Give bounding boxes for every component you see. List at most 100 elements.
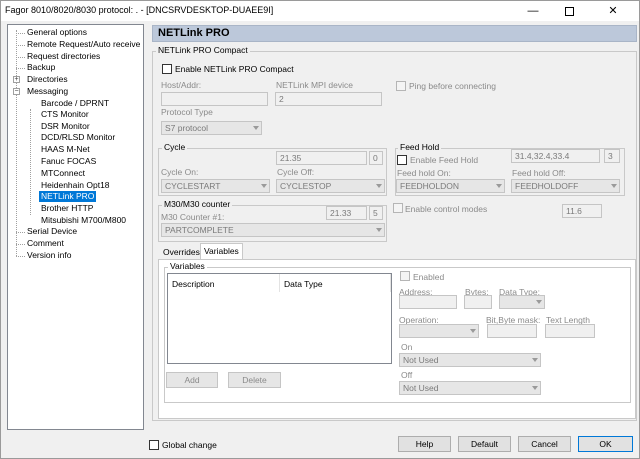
host-field[interactable] <box>161 92 268 106</box>
feedhold-on-combo[interactable]: FEEDHOLDON <box>396 179 505 193</box>
delete-variable-button[interactable]: Delete <box>228 372 281 388</box>
panel-title: NETLink PRO <box>158 27 230 39</box>
bytes-field[interactable] <box>464 295 492 309</box>
enable-feedhold-label: Enable Feed Hold <box>410 155 479 165</box>
tree-item-fanuc-focas[interactable]: Fanuc FOCAS <box>39 156 98 167</box>
on-label: On <box>401 342 413 352</box>
m30-counter-label: M30 Counter #1: <box>161 212 225 222</box>
tree-guide-line <box>16 30 17 256</box>
tree-item-request-directories[interactable]: Request directories <box>25 51 102 62</box>
cycle-bit-field[interactable]: 0 <box>369 151 383 165</box>
enable-netlink-label: Enable NETLink PRO Compact <box>175 64 294 74</box>
chevron-down-icon <box>532 358 538 362</box>
global-change-checkbox[interactable] <box>149 440 159 450</box>
tree-branch <box>16 57 25 58</box>
variable-enabled-label: Enabled <box>413 272 445 282</box>
cycle-address-field[interactable]: 21.35 <box>276 151 367 165</box>
global-change-label: Global change <box>162 440 217 450</box>
feedhold-bit-field[interactable]: 3 <box>604 149 620 163</box>
tree-item-netlink-pro[interactable]: NETLink PRO <box>39 191 97 202</box>
off-combo-value: Not Used <box>403 383 439 393</box>
tree-item-barcode[interactable]: Barcode / DPRNT <box>39 98 111 109</box>
m30-bit-field[interactable]: 5 <box>369 206 383 220</box>
control-modes-field[interactable]: 11.6 <box>562 204 602 218</box>
expand-icon[interactable]: + <box>13 76 20 83</box>
enable-netlink-checkbox[interactable] <box>162 64 172 74</box>
variable-enabled-checkbox[interactable] <box>400 271 410 281</box>
ok-button[interactable]: OK <box>578 436 633 452</box>
protocol-type-value: S7 protocol <box>165 123 208 133</box>
tree-item-remote-request[interactable]: Remote Request/Auto receive <box>25 39 142 50</box>
column-data-type[interactable]: Data Type <box>280 274 391 292</box>
chevron-down-icon <box>253 126 259 130</box>
feedhold-address-field[interactable]: 31.4,32.4,33.4 <box>511 149 600 163</box>
bit-byte-mask-field[interactable] <box>487 324 537 338</box>
operation-combo[interactable] <box>399 324 479 338</box>
default-button[interactable]: Default <box>458 436 511 452</box>
maximize-icon <box>564 6 574 16</box>
feedhold-off-value: FEEDHOLDOFF <box>515 181 579 191</box>
tab-overrides[interactable]: Overrides <box>160 245 203 260</box>
help-button[interactable]: Help <box>398 436 451 452</box>
tree-item-messaging[interactable]: Messaging <box>25 86 70 97</box>
tree-item-brother-http[interactable]: Brother HTTP <box>39 203 95 214</box>
chevron-down-icon <box>496 184 502 188</box>
feedhold-off-combo[interactable]: FEEDHOLDOFF <box>511 179 620 193</box>
enable-feedhold-checkbox[interactable] <box>397 155 407 165</box>
chevron-down-icon <box>536 300 542 304</box>
cycle-off-combo[interactable]: CYCLESTOP <box>276 179 385 193</box>
on-combo[interactable]: Not Used <box>399 353 541 367</box>
chevron-down-icon <box>261 184 267 188</box>
settings-tree[interactable]: General options Remote Request/Auto rece… <box>7 24 144 430</box>
ping-label: Ping before connecting <box>409 81 496 91</box>
address-field[interactable] <box>399 295 457 309</box>
netlink-group-title: NETLink PRO Compact <box>156 45 250 55</box>
m30-combo[interactable]: PARTCOMPLETE <box>161 223 385 237</box>
tree-item-mitsubishi[interactable]: Mitsubishi M700/M800 <box>39 215 128 226</box>
close-button[interactable]: ✕ <box>589 1 637 21</box>
text-length-field[interactable] <box>545 324 595 338</box>
mpi-device-field[interactable]: 2 <box>275 92 382 106</box>
variables-list[interactable]: Description Data Type <box>167 273 392 364</box>
tree-item-cts-monitor[interactable]: CTS Monitor <box>39 109 91 120</box>
collapse-icon[interactable]: − <box>13 88 20 95</box>
chevron-down-icon <box>532 386 538 390</box>
feedhold-on-label: Feed hold On: <box>397 168 451 178</box>
add-variable-button[interactable]: Add <box>166 372 218 388</box>
tree-branch <box>16 45 25 46</box>
tree-branch <box>16 244 25 245</box>
minimize-button[interactable]: — <box>515 1 551 21</box>
title-bar: Fagor 8010/8020/8030 protocol: . - [DNCS… <box>1 1 639 21</box>
tree-item-comment[interactable]: Comment <box>25 238 66 249</box>
tree-item-dcd-monitor[interactable]: DCD/RLSD Monitor <box>39 132 117 143</box>
maximize-button[interactable] <box>551 1 587 21</box>
chevron-down-icon <box>470 329 476 333</box>
data-type-combo[interactable] <box>499 295 545 309</box>
cancel-button[interactable]: Cancel <box>518 436 571 452</box>
off-combo[interactable]: Not Used <box>399 381 541 395</box>
m30-group-title: M30/M30 counter <box>162 199 233 209</box>
enable-control-modes-checkbox[interactable] <box>393 203 403 213</box>
m30-combo-value: PARTCOMPLETE <box>165 225 234 235</box>
cycle-on-combo[interactable]: CYCLESTART <box>161 179 270 193</box>
tab-variables[interactable]: Variables <box>200 243 243 259</box>
tree-item-general-options[interactable]: General options <box>25 27 89 38</box>
on-combo-value: Not Used <box>403 355 439 365</box>
cycle-on-label: Cycle On: <box>161 167 199 177</box>
tree-item-haas-mnet[interactable]: HAAS M-Net <box>39 144 92 155</box>
m30-address-field[interactable]: 21.33 <box>326 206 367 220</box>
ping-checkbox[interactable] <box>396 81 406 91</box>
panel-header: NETLink PRO <box>152 25 637 42</box>
column-description[interactable]: Description <box>168 274 280 292</box>
tree-item-dsr-monitor[interactable]: DSR Monitor <box>39 121 92 132</box>
tree-item-version-info[interactable]: Version info <box>25 250 73 261</box>
tree-item-heidenhain[interactable]: Heidenhain Opt18 <box>39 180 112 191</box>
cycle-on-value: CYCLESTART <box>165 181 221 191</box>
tree-item-backup[interactable]: Backup <box>25 62 57 73</box>
protocol-type-combo[interactable]: S7 protocol <box>161 121 262 135</box>
tree-item-directories[interactable]: Directories <box>25 74 70 85</box>
tree-item-serial-device[interactable]: Serial Device <box>25 226 79 237</box>
tree-item-mtconnect[interactable]: MTConnect <box>39 168 87 179</box>
cycle-off-value: CYCLESTOP <box>280 181 332 191</box>
feedhold-off-label: Feed hold Off: <box>512 168 566 178</box>
